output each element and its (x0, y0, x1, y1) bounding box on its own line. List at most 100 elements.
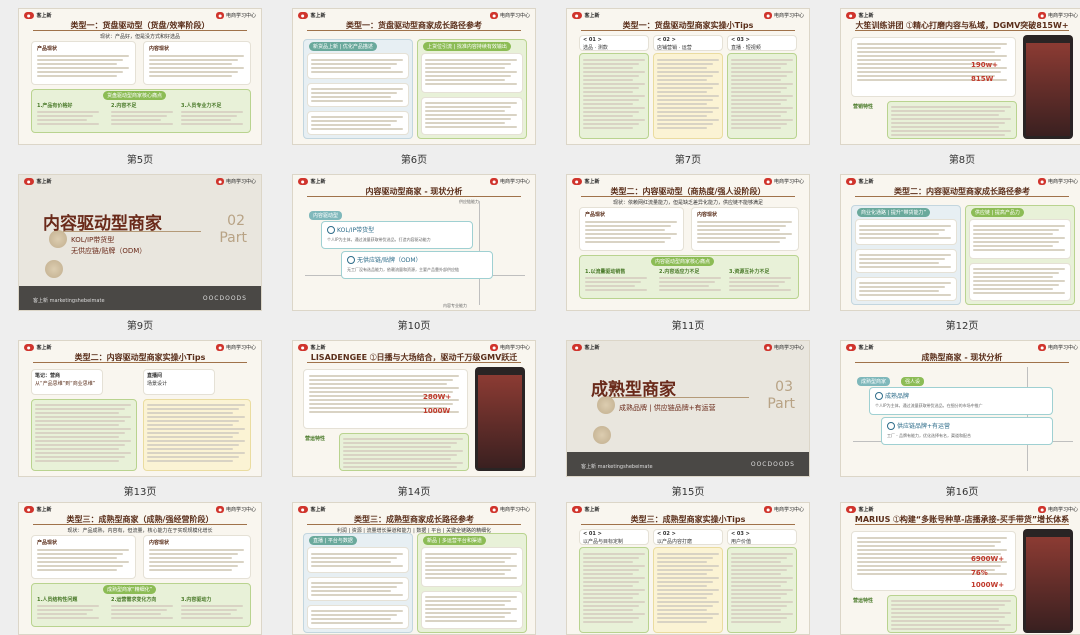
slide-thumbnail[interactable]: ● 客上新 ● 电商学习中心 成熟型商家 - 现状分析 成熟型商家 强人设 成熟品牌 个人IP为… (840, 340, 1080, 500)
text-placeholder-line (857, 541, 1001, 543)
text-placeholder-line (425, 83, 517, 85)
text-placeholder-line (311, 553, 403, 555)
tag-badge: ● (216, 506, 224, 513)
text-placeholder-line (657, 99, 713, 101)
slide-thumbnail[interactable]: ● 客上新 ● 电商学习中心 类型二：内容驱动型商家实操小Tips 笔记：营商 从“产品思维… (18, 340, 262, 500)
slide-preview[interactable]: ● 客上新 ● 电商学习中心 类型二：内容驱动型商家实操小Tips 笔记：营商 从“产品思维… (18, 340, 262, 477)
slide-preview[interactable]: ● 客上新 ● 电商学习中心 类型三：成熟型商家实操小Tips < 01 > 以产品与目标定… (566, 502, 810, 635)
brand-logo: ● 客上新 (846, 344, 874, 351)
slide-preview[interactable]: ● 客上新 ● 电商学习中心 成熟型商家 - 现状分析 成熟型商家 强人设 成熟品牌 个人IP为… (840, 340, 1080, 477)
slide-preview[interactable]: ● 客上新 ● 电商学习中心 类型一：货盘驱动型商家实操小Tips < 01 > 选品 · … (566, 8, 810, 145)
title-divider (307, 362, 521, 363)
text-placeholder-line (891, 106, 1011, 108)
text-placeholder-line (37, 553, 123, 555)
text-placeholder-line (37, 565, 123, 567)
cover-divider (63, 231, 201, 232)
phone-screen (1026, 43, 1070, 136)
text-placeholder-line (657, 605, 713, 607)
brand-name: 客上新 (36, 179, 52, 185)
text-placeholder-line (147, 408, 239, 410)
text-placeholder-line (731, 103, 781, 105)
path-left-heading: 新货品上新 | 优化产品描述 (309, 42, 377, 51)
title-divider (855, 196, 1069, 197)
text-placeholder-line (657, 553, 719, 555)
slide-preview[interactable]: ● 客上新 ● 电商学习中心 MARIUS ➀构建“多账号种草-店播承接-买手带货”增长… (840, 502, 1080, 635)
category-tag: 强人设 (901, 377, 925, 386)
header-tag: ● 电商学习中心 (764, 344, 804, 351)
text-placeholder-line (731, 99, 787, 101)
text-placeholder-line (147, 452, 245, 454)
text-placeholder-line (583, 553, 645, 555)
text-placeholder-line (149, 59, 238, 61)
slide-preview[interactable]: ● 客上新 ● 电商学习中心 大笙训练讲团 ➀精心打磨内容与私域，DGMV突破815W+… (840, 8, 1080, 145)
text-placeholder-line (425, 63, 511, 65)
slide-preview[interactable]: ● 客上新 ● 电商学习中心 类型一：货盘驱动型商家成长路径参考 新货品上新 | 优化产品… (292, 8, 536, 145)
text-placeholder-line (731, 613, 793, 615)
slide-preview[interactable]: ● 客上新 ● 电商学习中心 类型三：成熟型商家（成熟/强经营阶段） 现状：产品成熟，内容… (18, 502, 262, 635)
text-placeholder-line (583, 83, 645, 85)
text-placeholder-line (659, 281, 715, 283)
slide-thumbnail[interactable]: ● 客上新 ● 电商学习中心 大笙训练讲团 ➀精心打磨内容与私域，DGMV突破815W+… (840, 8, 1080, 168)
tag-badge: ● (216, 178, 224, 185)
slide-preview[interactable]: ● 客上新 ● 电商学习中心 类型二：内容驱动型商家成长路径参考 商业化通路 | 提升“带… (840, 174, 1080, 311)
slide-thumbnail[interactable]: ● 客上新 ● 电商学习中心 类型二：内容驱动型（商热度/强人设阶段） 现状：依赖网红流量… (566, 174, 810, 334)
text-placeholder-line (657, 613, 719, 615)
slide-thumbnail[interactable]: ● 客上新 ● 电商学习中心 LISADENGEE ➀日播与大场结合，驱动千万级GMV跃… (292, 340, 536, 500)
stat-1: 280W+ (423, 393, 452, 401)
slide-preview[interactable]: ● 客上新 ● 电商学习中心 类型二：内容驱动型（商热度/强人设阶段） 现状：依赖网红流量… (566, 174, 810, 311)
slide-thumbnail[interactable]: ● 客上新 ● 电商学习中心 类型一：货盘驱动型商家成长路径参考 新货品上新 | 优化产品… (292, 8, 536, 168)
slide-thumbnail[interactable]: ● 客上新 ● 电商学习中心 类型三：成熟型商家（成熟/强经营阶段） 现状：产品成熟，内容… (18, 502, 262, 635)
text-placeholder-line (583, 569, 639, 571)
slide-preview[interactable]: ● 客上新 ● 电商学习中心 类型一：货盘驱动型（货盘/效率阶段） 现状：产品好，但是没方… (18, 8, 262, 145)
slide-preview[interactable]: ● 客上新 ● 电商学习中心 内容驱动型商家 - 现状分析 供应链能力 内容专业能力 内容驱动… (292, 174, 536, 311)
text-placeholder-line (343, 450, 463, 452)
slide-thumbnail[interactable]: ● 客上新 ● 电商学习中心 MARIUS ➀构建“多账号种草-店播承接-买手带货”增长… (840, 502, 1080, 635)
slide-thumbnail[interactable]: ● 客上新 ● 电商学习中心 类型二：内容驱动型商家成长路径参考 商业化通路 | 提升“带… (840, 174, 1080, 334)
part-label: Part (219, 230, 247, 246)
text-placeholder-line (585, 221, 677, 223)
slide-thumbnail[interactable]: ● 客上新 ● 电商学习中心 成熟型商家 成熟品牌 | 供应链品牌+有运营 03 Part 客上… (566, 340, 810, 500)
title-divider (855, 524, 1069, 525)
slide-thumbnail[interactable]: ● 客上新 ● 电商学习中心 内容驱动型商家 KOL/IP带货型 无供应链/贴牌（ODM） 0… (18, 174, 262, 334)
logo-badge: ● (24, 506, 34, 513)
brand-name: 客上新 (584, 13, 600, 19)
text-placeholder-line (697, 221, 792, 223)
text-placeholder-line (583, 565, 645, 567)
text-placeholder-line (37, 561, 129, 563)
slide-thumbnail[interactable]: ● 客上新 ● 电商学习中心 类型三：成熟型商家实操小Tips < 01 > 以产品与目标定… (566, 502, 810, 635)
slide-preview[interactable]: ● 客上新 ● 电商学习中心 LISADENGEE ➀日播与大场结合，驱动千万级GMV跃… (292, 340, 536, 477)
brand-logo: ● 客上新 (298, 12, 326, 19)
slide-preview[interactable]: ● 客上新 ● 电商学习中心 成熟型商家 成熟品牌 | 供应链品牌+有运营 03 Part 客上… (566, 340, 810, 477)
text-placeholder-line (859, 262, 939, 264)
tip-title: 直播 · 短视频 (731, 45, 761, 51)
brand-logo: ● 客上新 (846, 178, 874, 185)
slide-preview[interactable]: ● 客上新 ● 电商学习中心 内容驱动型商家 KOL/IP带货型 无供应链/贴牌（ODM） 0… (18, 174, 262, 311)
text-placeholder-line (891, 624, 1011, 626)
logo-badge: ● (572, 506, 582, 513)
text-placeholder-line (731, 79, 781, 81)
text-placeholder-line (425, 79, 505, 81)
text-placeholder-line (583, 91, 633, 93)
text-placeholder-line (35, 412, 119, 414)
phone-screen (478, 375, 522, 468)
text-placeholder-line (731, 75, 787, 77)
header-tag-text: 电商学习中心 (773, 507, 804, 513)
segment-desc-1: 个人IP为主体，通过流量获取带货选品，在细分的市场中推广 (875, 403, 983, 408)
text-placeholder-line (425, 114, 517, 116)
text-placeholder-line (583, 613, 645, 615)
text-placeholder-line (583, 115, 633, 117)
text-placeholder-line (731, 95, 793, 97)
slide-thumbnail[interactable]: ● 客上新 ● 电商学习中心 类型一：货盘驱动型（货盘/效率阶段） 现状：产品好，但是没方… (18, 8, 262, 168)
header-tag-text: 电商学习中心 (773, 179, 804, 185)
slide-thumbnail[interactable]: ● 客上新 ● 电商学习中心 类型一：货盘驱动型商家实操小Tips < 01 > 选品 · … (566, 8, 810, 168)
header-tag-text: 电商学习中心 (225, 179, 256, 185)
slide-thumbnail[interactable]: ● 客上新 ● 电商学习中心 内容驱动型商家 - 现状分析 供应链能力 内容专业能力 内容驱动… (292, 174, 536, 334)
slide-subtitle: 现状：产品好，但是没方式和好选品 (99, 34, 180, 40)
text-placeholder-line (147, 436, 233, 438)
slide-preview[interactable]: ● 客上新 ● 电商学习中心 类型三：成熟型商家成长路径参考 利润 | 资源 | 流量增长… (292, 502, 536, 635)
slide-thumbnail[interactable]: ● 客上新 ● 电商学习中心 类型三：成熟型商家成长路径参考 利润 | 资源 | 流量增长… (292, 502, 536, 635)
text-placeholder-line (891, 114, 999, 116)
note-heading: 笔记：营商 (35, 373, 61, 379)
text-placeholder-line (731, 569, 787, 571)
text-placeholder-line (583, 557, 639, 559)
